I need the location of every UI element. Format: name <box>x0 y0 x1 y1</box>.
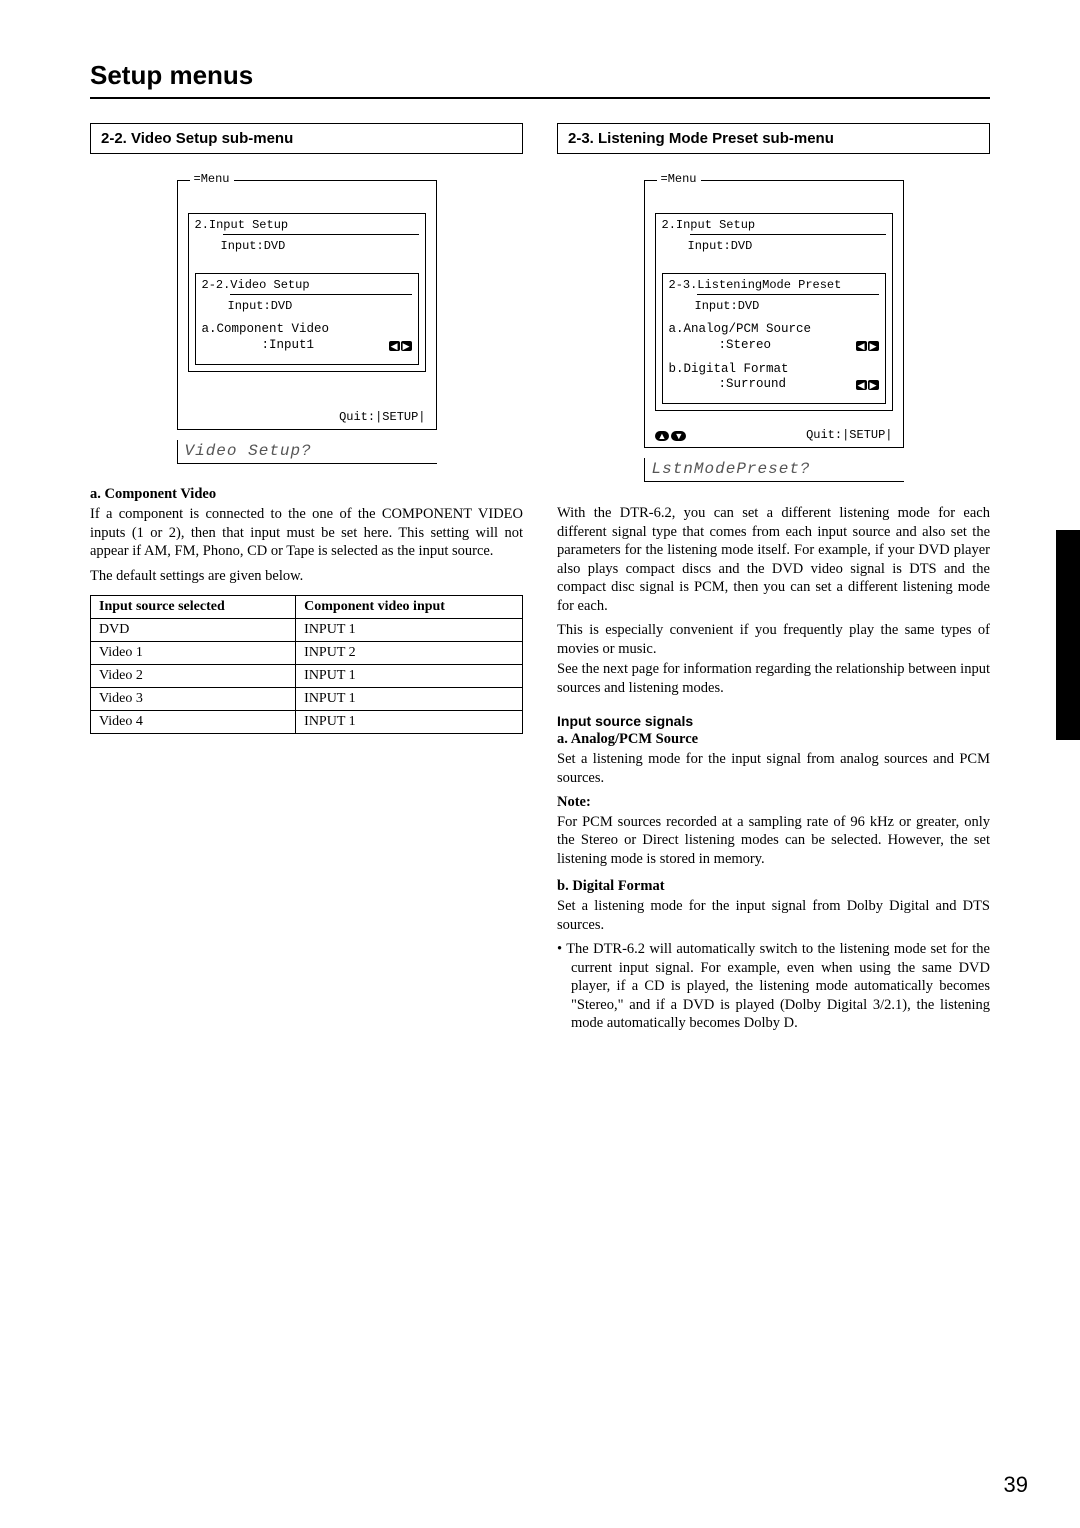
osd-input-dvd-2: Input:DVD <box>224 299 297 314</box>
osd-listening-mode-label: 2-3.ListeningMode Preset <box>669 278 879 293</box>
video-setup-header: 2-2. Video Setup sub-menu <box>90 123 523 154</box>
osd-item-a-value: :Input1 <box>262 338 315 354</box>
text-intro-3: See the next page for information regard… <box>557 660 990 697</box>
td-src: Video 4 <box>91 711 296 734</box>
heading-analog-pcm: a. Analog/PCM Source <box>557 731 990 748</box>
osd-listening-mode: =Menu 2.Input Setup Input:DVD 2-3.Listen… <box>644 180 904 448</box>
osd-item-b-label: b.Digital Format <box>669 362 879 378</box>
td-inp: INPUT 1 <box>296 619 523 642</box>
osd-video-setup: =Menu 2.Input Setup Input:DVD 2-2.Video … <box>177 180 437 430</box>
osd-item-component-video: a.Component Video :Input1 ◀▶ <box>202 322 412 353</box>
td-src: Video 3 <box>91 688 296 711</box>
text-note: For PCM sources recorded at a sampling r… <box>557 813 990 869</box>
text-component-video: If a component is connected to the one o… <box>90 505 523 561</box>
up-down-icon: ▲▼ <box>655 431 687 441</box>
osd-menu-legend: =Menu <box>657 172 701 187</box>
display-lstn-mode: LstnModePreset? <box>644 458 904 482</box>
osd-item-a-label: a.Analog/PCM Source <box>669 322 879 338</box>
text-analog-pcm: Set a listening mode for the input signa… <box>557 750 990 787</box>
osd-item-b-value: :Surround <box>719 377 787 393</box>
th-input-source: Input source selected <box>91 596 296 619</box>
text-digital-format: Set a listening mode for the input signa… <box>557 897 990 934</box>
td-inp: INPUT 1 <box>296 665 523 688</box>
left-right-icon: ◀▶ <box>856 380 879 390</box>
osd-input-setup-label: 2.Input Setup <box>662 218 886 233</box>
table-row: Video 1 INPUT 2 <box>91 642 523 665</box>
osd-item-analog-pcm: a.Analog/PCM Source :Stereo ◀▶ <box>669 322 879 353</box>
osd-input-dvd-1: Input:DVD <box>684 239 757 254</box>
defaults-table: Input source selected Component video in… <box>90 595 523 734</box>
table-row: Video 2 INPUT 1 <box>91 665 523 688</box>
th-component-input: Component video input <box>296 596 523 619</box>
osd-level-input-setup: 2.Input Setup Input:DVD 2-3.ListeningMod… <box>655 213 893 411</box>
table-row: Video 4 INPUT 1 <box>91 711 523 734</box>
bullet-auto-switch: The DTR-6.2 will automatically switch to… <box>571 940 990 1033</box>
td-src: Video 2 <box>91 665 296 688</box>
osd-menu-legend: =Menu <box>190 172 234 187</box>
osd-input-setup-label: 2.Input Setup <box>195 218 419 233</box>
page-number: 39 <box>1004 1472 1028 1498</box>
osd-level-video-setup: 2-2.Video Setup Input:DVD a.Component Vi… <box>195 273 419 365</box>
left-column: 2-2. Video Setup sub-menu =Menu 2.Input … <box>90 123 523 1033</box>
td-inp: INPUT 2 <box>296 642 523 665</box>
left-right-icon: ◀▶ <box>389 341 412 351</box>
text-intro-1: With the DTR-6.2, you can set a differen… <box>557 504 990 615</box>
text-intro-2: This is especially convenient if you fre… <box>557 621 990 658</box>
osd-quit-label: Quit:|SETUP| <box>806 428 892 443</box>
osd-item-a-value: :Stereo <box>719 338 772 354</box>
osd-video-setup-label: 2-2.Video Setup <box>202 278 412 293</box>
td-inp: INPUT 1 <box>296 711 523 734</box>
osd-input-dvd-2: Input:DVD <box>691 299 764 314</box>
osd-quit-label: Quit:|SETUP| <box>339 410 425 425</box>
osd-item-digital-format: b.Digital Format :Surround ◀▶ <box>669 362 879 393</box>
osd-level-listening-mode: 2-3.ListeningMode Preset Input:DVD a.Ana… <box>662 273 886 404</box>
heading-digital-format: b. Digital Format <box>557 878 990 895</box>
osd-input-dvd-1: Input:DVD <box>217 239 290 254</box>
heading-note: Note: <box>557 794 990 811</box>
table-row: Video 3 INPUT 1 <box>91 688 523 711</box>
page-title: Setup menus <box>90 60 990 99</box>
osd-item-a-label: a.Component Video <box>202 322 412 338</box>
side-tab <box>1056 530 1080 740</box>
td-inp: INPUT 1 <box>296 688 523 711</box>
heading-input-source-signals: Input source signals <box>557 713 990 729</box>
table-row: DVD INPUT 1 <box>91 619 523 642</box>
heading-component-video: a. Component Video <box>90 486 523 503</box>
td-src: DVD <box>91 619 296 642</box>
osd-level-input-setup: 2.Input Setup Input:DVD 2-2.Video Setup … <box>188 213 426 372</box>
td-src: Video 1 <box>91 642 296 665</box>
text-defaults-intro: The default settings are given below. <box>90 567 523 586</box>
left-right-icon: ◀▶ <box>856 341 879 351</box>
right-column: 2-3. Listening Mode Preset sub-menu =Men… <box>557 123 990 1033</box>
listening-mode-header: 2-3. Listening Mode Preset sub-menu <box>557 123 990 154</box>
display-video-setup: Video Setup? <box>177 440 437 464</box>
